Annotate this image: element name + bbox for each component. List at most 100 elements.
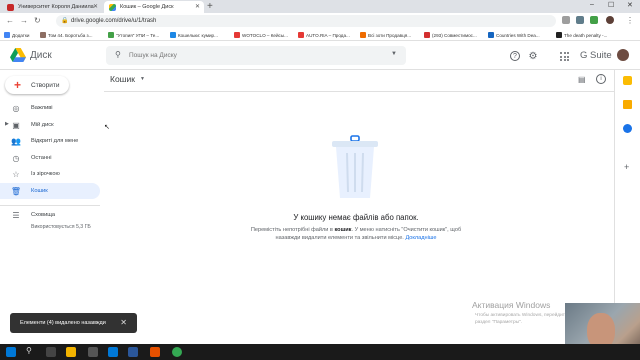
- bookmark-item[interactable]: Countries With Dea...: [488, 30, 540, 40]
- bookmark-item[interactable]: (293) Совместимос...: [424, 30, 477, 40]
- close-tab-icon[interactable]: ✕: [195, 3, 200, 10]
- bookmarks-bar: Додатки Том 44. Боротьба з... "Утопия" У…: [0, 29, 640, 41]
- sidebar-item-my-drive[interactable]: ▶ ▣ Мій диск: [0, 117, 100, 133]
- address-url: drive.google.com/drive/u/1/trash: [71, 18, 157, 24]
- search-icon[interactable]: ⚲: [26, 346, 36, 356]
- priority-icon: ◎: [12, 103, 20, 113]
- extension-icon[interactable]: [562, 16, 570, 24]
- new-tab-button[interactable]: +: [207, 1, 213, 12]
- bookmark-favicon-icon: [108, 32, 114, 38]
- toast-message: Елементи (4) видалено назавжди: [20, 320, 106, 326]
- settings-icon[interactable]: ⚙: [528, 51, 538, 62]
- recent-icon: ◷: [12, 153, 20, 163]
- address-bar[interactable]: 🔒 drive.google.com/drive/u/1/trash: [56, 15, 556, 27]
- word-icon[interactable]: [128, 347, 138, 357]
- extension-icon[interactable]: [576, 16, 584, 24]
- task-view-icon[interactable]: [46, 347, 56, 357]
- search-icon[interactable]: ⚲: [115, 50, 121, 59]
- sidebar-item-label: Кошик: [31, 188, 48, 194]
- drive-logo-icon[interactable]: [10, 48, 26, 62]
- search-box[interactable]: ⚲ ▼: [106, 46, 406, 65]
- create-label: Створити: [31, 81, 60, 89]
- windows-start-icon[interactable]: [6, 347, 16, 357]
- sidebar-item-label: Мій диск: [31, 122, 54, 128]
- sidebar-item-recent[interactable]: ◷ Останні: [0, 150, 100, 166]
- bookmark-favicon-icon: [234, 32, 240, 38]
- bookmark-item[interactable]: AUTO.RIA – Прода...: [298, 30, 350, 40]
- bookmark-item[interactable]: "Утопия" УПИ – Те...: [108, 30, 159, 40]
- browser-tab-strip: Университет Короля Даниила ✕ Кошик – Goo…: [0, 0, 640, 13]
- apps-icon: [4, 32, 10, 38]
- taskbar-app-icon[interactable]: [108, 347, 118, 357]
- bookmark-item[interactable]: The death penalty -...: [556, 30, 607, 40]
- calendar-icon[interactable]: [623, 76, 632, 85]
- keep-icon[interactable]: [623, 100, 632, 109]
- browser-tab-drive-trash[interactable]: Кошик – Google Диск ✕: [104, 1, 204, 13]
- plus-icon: +: [14, 78, 22, 92]
- sidebar-item-label: Важливі: [31, 105, 53, 111]
- close-tab-icon[interactable]: ✕: [93, 3, 98, 10]
- sidebar-item-starred[interactable]: ☆ Із зірочкою: [0, 166, 100, 182]
- sidebar-item-label: Останні: [31, 155, 52, 161]
- search-options-icon[interactable]: ▼: [391, 51, 397, 57]
- learn-more-link[interactable]: Докладніше: [405, 235, 436, 241]
- apps-grid-icon[interactable]: [560, 52, 569, 61]
- browser-menu-icon[interactable]: ⋮: [626, 16, 634, 25]
- expand-arrow-icon[interactable]: ▶: [5, 121, 9, 127]
- sidebar-item-label: Відкриті для мене: [31, 138, 79, 144]
- drive-favicon-icon: [109, 4, 116, 11]
- forward-icon[interactable]: →: [20, 16, 28, 25]
- windows-activation-watermark: Активация Windows: [472, 300, 551, 310]
- create-button[interactable]: + Створити: [5, 76, 69, 94]
- sidebar-item-shared[interactable]: 👥 Відкриті для мене: [0, 133, 100, 149]
- bookmark-item[interactable]: Всі зоти Продавця...: [360, 30, 411, 40]
- shared-icon: 👥: [11, 136, 21, 146]
- add-addon-icon[interactable]: +: [624, 162, 629, 172]
- empty-trash-description: Перемістіть непотрібні файли в кошик. У …: [250, 227, 462, 241]
- bookmark-favicon-icon: [488, 32, 494, 38]
- bookmark-item[interactable]: Кошельки: кумир...: [170, 30, 218, 40]
- taskbar-app-icon[interactable]: [150, 347, 160, 357]
- mouse-cursor-icon: ↖: [104, 124, 110, 131]
- empty-trash-title: У кошику немає файлів або папок.: [293, 213, 419, 222]
- browser-tab-university[interactable]: Университет Короля Даниила ✕: [2, 1, 102, 13]
- reload-icon[interactable]: ↻: [34, 16, 41, 25]
- profile-avatar-icon[interactable]: [606, 16, 614, 24]
- windows-taskbar: ⚲: [0, 344, 640, 360]
- sidebar-divider: [0, 205, 100, 206]
- university-favicon-icon: [7, 4, 14, 11]
- tasks-icon[interactable]: [623, 124, 632, 133]
- help-icon[interactable]: ?: [510, 51, 520, 61]
- sidebar-item-priority[interactable]: ◎ Важливі: [0, 100, 100, 116]
- windows-activation-hint: Чтобы активировать Windows, перейдите в …: [475, 313, 572, 325]
- search-input[interactable]: [129, 50, 369, 60]
- chevron-down-icon: ▼: [139, 76, 145, 82]
- app-name[interactable]: Диск: [30, 50, 52, 61]
- bookmark-item[interactable]: WOTOCLO – Кейсы...: [234, 30, 288, 40]
- maximize-button[interactable]: ☐: [608, 1, 614, 9]
- bookmark-favicon-icon: [298, 32, 304, 38]
- my-drive-icon: ▣: [12, 120, 20, 130]
- list-view-icon[interactable]: ▤: [578, 75, 586, 84]
- bookmark-item[interactable]: Додатки: [4, 30, 29, 40]
- close-window-button[interactable]: ✕: [627, 1, 633, 9]
- info-icon[interactable]: i: [596, 74, 606, 84]
- storage-icon: ☰: [12, 210, 20, 220]
- account-avatar[interactable]: [617, 49, 629, 61]
- bookmark-item[interactable]: Том 44. Боротьба з...: [40, 30, 92, 40]
- sidebar-item-label: Із зірочкою: [31, 171, 60, 177]
- back-icon[interactable]: ←: [6, 16, 14, 25]
- drive-header: Диск ⚲ ▼ ? ⚙ G Suite: [0, 41, 640, 69]
- trash-icon: 🗑: [10, 186, 22, 196]
- address-toolbar: ← → ↻ 🔒 drive.google.com/drive/u/1/trash…: [0, 13, 640, 29]
- sidebar-item-storage[interactable]: ☰ Сховища: [0, 207, 100, 223]
- extension-icon[interactable]: [590, 16, 598, 24]
- taskbar-app-icon[interactable]: [88, 347, 98, 357]
- breadcrumb[interactable]: Кошик ▼: [110, 74, 145, 84]
- sidebar-item-trash[interactable]: 🗑 Кошик: [0, 183, 100, 199]
- chrome-icon[interactable]: [172, 347, 182, 357]
- close-icon[interactable]: ✕: [120, 318, 127, 327]
- file-explorer-icon[interactable]: [66, 347, 76, 357]
- bookmark-favicon-icon: [360, 32, 366, 38]
- minimize-button[interactable]: –: [590, 1, 594, 8]
